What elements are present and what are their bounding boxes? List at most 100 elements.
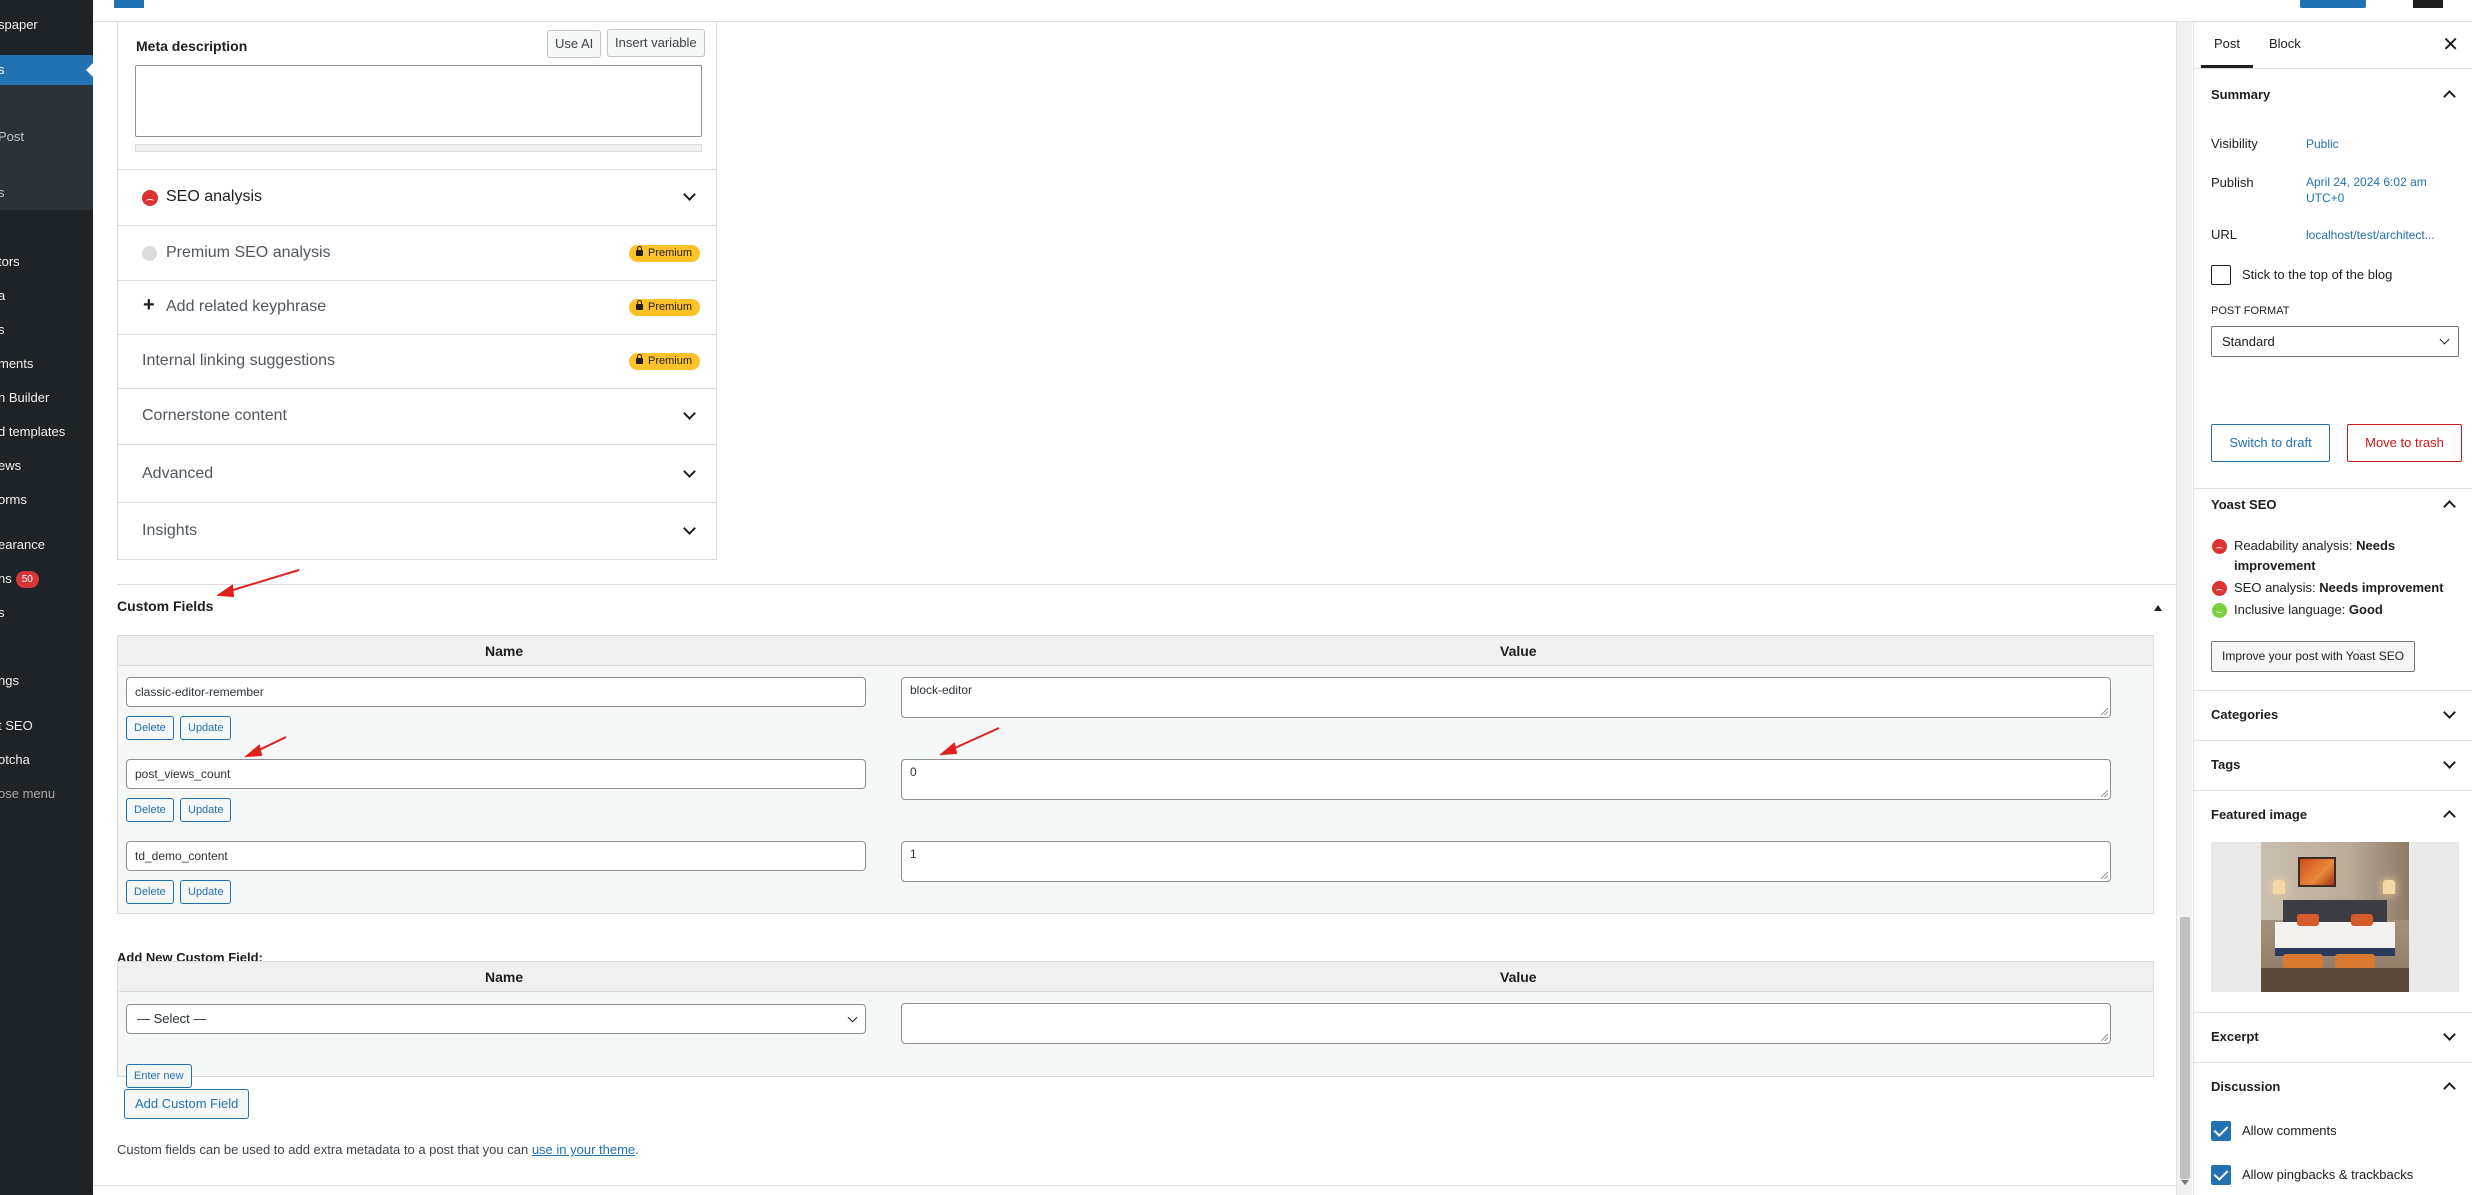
admin-menu-label: s — [0, 605, 5, 620]
yoast-panel-title[interactable]: Yoast SEO — [2211, 497, 2277, 512]
summary-panel-title[interactable]: Summary — [2211, 87, 2270, 102]
admin-menu-item[interactable]: ews — [0, 451, 93, 481]
annotation-arrow — [222, 569, 300, 594]
chevron-down-icon[interactable] — [2443, 756, 2456, 769]
chevron-down-icon[interactable] — [2443, 706, 2456, 719]
admin-menu-label: ews — [0, 458, 22, 473]
settings-sidebar: Post Block ✕ Summary Visibility Public P… — [2193, 22, 2472, 1195]
admin-menu-label: spaper — [0, 17, 38, 32]
url-value-link[interactable]: localhost/test/architect... — [2306, 227, 2435, 243]
admin-menu-label: orms — [0, 492, 27, 507]
visibility-value-link[interactable]: Public — [2306, 136, 2339, 152]
wordpress-logo-button[interactable] — [114, 0, 144, 8]
post-format-select[interactable]: Standard — [2211, 326, 2459, 357]
admin-menu-item[interactable]: s — [0, 315, 93, 345]
admin-menu-label: a — [0, 288, 6, 303]
main-scrollbar[interactable] — [2176, 22, 2192, 1195]
chevron-up-icon[interactable] — [2443, 1082, 2456, 1095]
featured-image-panel-title[interactable]: Featured image — [2211, 807, 2307, 822]
chevron-up-icon[interactable] — [2443, 500, 2456, 513]
admin-menu-label: ns — [0, 571, 12, 586]
switch-to-draft-button[interactable]: Switch to draft — [2211, 424, 2330, 462]
seo-value: Needs improvement — [2319, 580, 2444, 595]
readability-prefix: Readability analysis: — [2234, 538, 2357, 553]
update-count-badge: 50 — [15, 571, 39, 588]
categories-panel-title[interactable]: Categories — [2211, 707, 2278, 722]
admin-menu-item[interactable]: spaper — [0, 10, 93, 40]
allow-pingbacks-label: Allow pingbacks & trackbacks — [2242, 1167, 2414, 1182]
visibility-label: Visibility — [2211, 136, 2258, 151]
admin-menu-item[interactable]: s — [0, 178, 93, 208]
stick-to-top-checkbox[interactable] — [2211, 265, 2231, 285]
admin-menu-label: ngs — [0, 673, 19, 688]
editor-top-bar — [93, 0, 2472, 22]
admin-menu-item[interactable]: d templates — [0, 417, 93, 447]
admin-menu-label: n Builder — [0, 390, 50, 405]
seo-status: SEO analysis: Needs improvement — [2212, 578, 2462, 598]
admin-menu-item[interactable]: s — [0, 55, 93, 85]
chevron-up-icon[interactable] — [2443, 810, 2456, 823]
annotation-arrows — [216, 569, 1000, 758]
chevron-up-icon[interactable] — [2443, 90, 2456, 103]
allow-comments-label: Allow comments — [2242, 1123, 2337, 1138]
improve-with-yoast-button[interactable]: Improve your post with Yoast SEO — [2211, 641, 2416, 672]
annotation-arrowhead — [938, 742, 958, 756]
admin-menu-item[interactable]: ns 50 — [0, 564, 93, 594]
publish-label: Publish — [2211, 175, 2254, 190]
featured-image-thumbnail[interactable] — [2211, 842, 2459, 992]
tags-panel-title[interactable]: Tags — [2211, 757, 2240, 772]
allow-comments-checkbox[interactable] — [2211, 1121, 2231, 1141]
admin-menu-label: s — [0, 322, 5, 337]
allow-pingbacks-checkbox[interactable] — [2211, 1165, 2231, 1185]
admin-menu-label: Post — [0, 129, 25, 144]
admin-menu-label: otcha — [0, 752, 30, 767]
smiley-green-icon — [2212, 603, 2227, 618]
admin-menu-item[interactable]: ngs — [0, 666, 93, 696]
admin-menu-item[interactable]: ose menu — [0, 779, 93, 809]
stick-to-top-label: Stick to the top of the blog — [2242, 267, 2393, 282]
admin-menu-item[interactable]: s — [0, 598, 93, 628]
panel-divider — [2194, 790, 2472, 791]
panel-divider — [2194, 1012, 2472, 1013]
scrollbar-thumb[interactable] — [2180, 917, 2190, 1179]
panel-divider — [2194, 740, 2472, 741]
annotation-arrowhead — [243, 744, 263, 758]
settings-toggle-button[interactable] — [2413, 0, 2443, 8]
admin-menu-item[interactable]: ments — [0, 349, 93, 379]
admin-menu-item[interactable]: orms — [0, 485, 93, 515]
admin-menu-item[interactable] — [0, 632, 93, 662]
sad-face-red-icon — [2212, 539, 2227, 554]
tab-post[interactable]: Post — [2200, 36, 2254, 68]
annotation-arrowhead — [216, 584, 235, 598]
admin-menu-label: s — [0, 185, 5, 200]
move-to-trash-button[interactable]: Move to trash — [2347, 424, 2462, 462]
admin-menu-label: earance — [0, 537, 45, 552]
bedroom-photo — [2261, 842, 2409, 992]
panel-divider — [2194, 488, 2472, 489]
admin-menu-item[interactable]: t SEO — [0, 711, 93, 741]
admin-menu-item[interactable]: earance — [0, 530, 93, 560]
admin-menu-item[interactable]: otcha — [0, 745, 93, 775]
publish-date-link[interactable]: April 24, 2024 6:02 am UTC+0 — [2306, 174, 2446, 206]
admin-menu-item[interactable]: Post — [0, 122, 93, 152]
post-format-label: POST FORMAT — [2211, 305, 2290, 317]
url-label: URL — [2211, 227, 2238, 242]
update-button[interactable] — [2300, 0, 2366, 8]
excerpt-panel-title[interactable]: Excerpt — [2211, 1029, 2259, 1044]
inclusive-value: Good — [2348, 602, 2383, 617]
post-format-value: Standard — [2222, 334, 2275, 349]
close-icon[interactable]: ✕ — [2442, 32, 2459, 57]
chevron-down-icon[interactable] — [2443, 1028, 2456, 1041]
editor-main-area: Meta description Use AI Insert variable … — [93, 22, 2179, 1195]
sad-face-red-icon — [2212, 581, 2227, 596]
readability-status: Readability analysis: Needs improvement — [2212, 536, 2442, 576]
scroll-down-arrow-icon[interactable] — [2181, 1180, 2189, 1189]
admin-menu-item[interactable]: n Builder — [0, 383, 93, 413]
admin-menu-item[interactable]: a — [0, 281, 93, 311]
admin-menu-label: t SEO — [0, 718, 33, 733]
tab-block[interactable]: Block — [2269, 36, 2301, 51]
discussion-panel-title[interactable]: Discussion — [2211, 1079, 2280, 1094]
admin-menu-label: s — [0, 62, 5, 77]
admin-menu-label: d templates — [0, 424, 66, 439]
admin-menu-item[interactable]: tors — [0, 247, 93, 277]
